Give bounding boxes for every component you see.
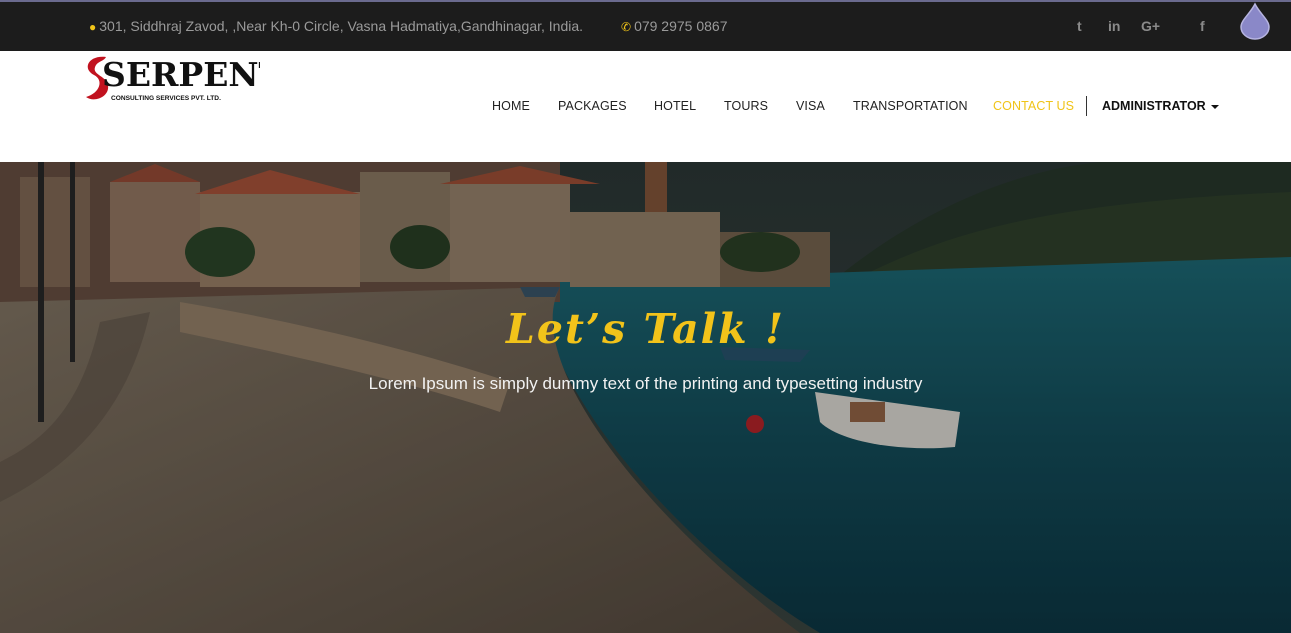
- linkedin-icon[interactable]: in: [1108, 18, 1120, 34]
- nav-visa[interactable]: VISA: [796, 99, 825, 113]
- nav-home[interactable]: HOME: [492, 99, 530, 113]
- nav-tours[interactable]: TOURS: [724, 99, 768, 113]
- facebook-icon[interactable]: f: [1200, 18, 1205, 34]
- twitter-icon[interactable]: t: [1077, 18, 1082, 34]
- company-logo[interactable]: SERPENT CONSULTING SERVICES PVT. LTD.: [80, 53, 260, 105]
- hero-subtitle: Lorem Ipsum is simply dummy text of the …: [368, 374, 923, 393]
- phone-line: ✆ 079 2975 0867: [621, 18, 728, 34]
- google-plus-icon[interactable]: G+: [1141, 18, 1160, 34]
- logo-subtitle: CONSULTING SERVICES PVT. LTD.: [111, 95, 221, 102]
- nav-hotel[interactable]: HOTEL: [654, 99, 696, 113]
- hero-title: Let’s Talk !: [506, 305, 785, 353]
- hero-banner: [0, 162, 1291, 633]
- user-menu-label: ADMINISTRATOR: [1102, 99, 1206, 113]
- user-menu[interactable]: ADMINISTRATOR: [1102, 99, 1219, 113]
- nav-divider: [1086, 96, 1087, 116]
- address-line: ● 301, Siddhraj Zavod, ,Near Kh-0 Circle,…: [89, 18, 583, 34]
- hero-background-image: [0, 162, 1291, 633]
- top-bar: ● 301, Siddhraj Zavod, ,Near Kh-0 Circle,…: [0, 0, 1291, 51]
- phone-icon: ✆: [621, 20, 632, 34]
- drop-icon[interactable]: [1240, 2, 1270, 40]
- nav-packages[interactable]: PACKAGES: [558, 99, 627, 113]
- nav-transportation[interactable]: TRANSPORTATION: [853, 99, 968, 113]
- nav-contact-us[interactable]: CONTACT US: [993, 99, 1074, 113]
- map-marker-icon: ●: [89, 20, 97, 34]
- caret-down-icon: [1210, 104, 1219, 109]
- address-text: 301, Siddhraj Zavod, ,Near Kh-0 Circle, …: [99, 18, 584, 34]
- phone-text[interactable]: 079 2975 0867: [634, 18, 727, 34]
- logo-title: SERPENT: [102, 55, 260, 94]
